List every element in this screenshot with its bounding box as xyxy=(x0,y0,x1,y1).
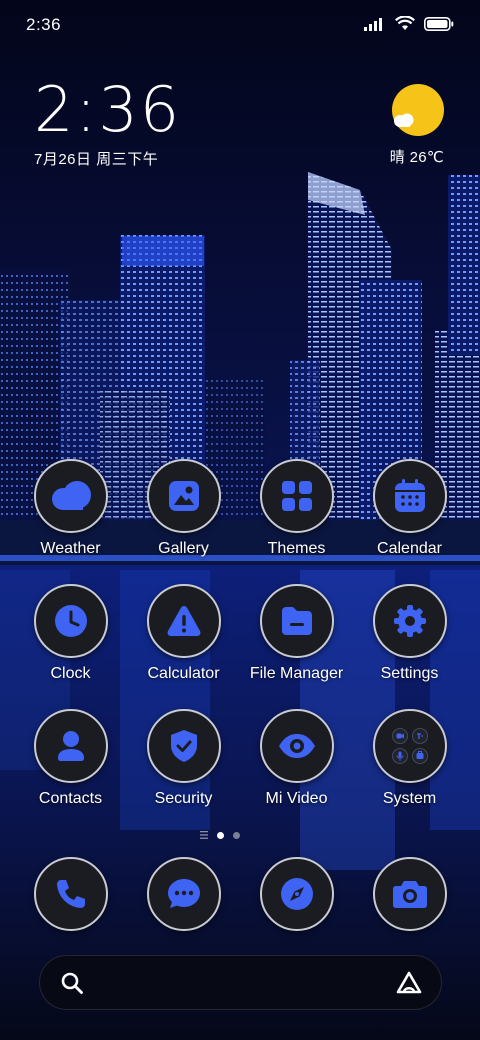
app-label: Gallery xyxy=(158,540,209,557)
calendar-icon xyxy=(372,459,447,533)
status-bar: 2:36 xyxy=(0,0,480,50)
search-bar[interactable] xyxy=(39,955,442,1010)
file-manager-icon xyxy=(259,584,334,658)
page-dot-active xyxy=(217,831,224,839)
clock-widget[interactable]: 2:36 7月26日 周三下午 xyxy=(34,76,181,169)
app-label: Themes xyxy=(267,540,326,557)
wifi-icon xyxy=(395,16,415,30)
app-calendar[interactable]: Calendar xyxy=(353,459,466,558)
dock-browser[interactable] xyxy=(240,857,353,931)
status-time: 2:36 xyxy=(26,15,62,34)
app-weather[interactable]: Weather xyxy=(14,459,127,558)
weather-icon xyxy=(33,459,108,533)
status-icons xyxy=(364,16,454,31)
app-label: Settings xyxy=(380,665,439,682)
assistant-icon[interactable] xyxy=(395,970,423,996)
app-label: Contacts xyxy=(38,790,103,807)
weather-text: 晴 26℃ xyxy=(389,149,444,166)
app-calculator[interactable]: Calculator xyxy=(127,584,240,683)
app-settings[interactable]: Settings xyxy=(353,584,466,683)
security-icon xyxy=(146,709,221,783)
app-mi-video[interactable]: Mi Video xyxy=(240,709,353,808)
menu-lines-icon xyxy=(200,831,208,839)
clock-date: 7月26日 周三下午 xyxy=(34,151,159,168)
app-themes[interactable]: Themes xyxy=(240,459,353,558)
dock-messages[interactable] xyxy=(127,857,240,931)
app-label: Mi Video xyxy=(265,790,328,807)
weather-widget[interactable]: 晴 26℃ xyxy=(364,84,444,168)
settings-icon xyxy=(372,584,447,658)
app-label: Weather xyxy=(40,540,101,557)
app-label: Calendar xyxy=(377,540,442,557)
app-contacts[interactable]: Contacts xyxy=(14,709,127,808)
app-clock[interactable]: Clock xyxy=(14,584,127,683)
sun-cloud-icon xyxy=(392,84,444,136)
app-gallery[interactable]: Gallery xyxy=(127,459,240,558)
system-folder-icon xyxy=(372,709,447,783)
gallery-icon xyxy=(146,459,221,533)
phone-icon xyxy=(33,857,108,931)
clock-icon xyxy=(33,584,108,658)
page-dot xyxy=(233,831,240,839)
app-security[interactable]: Security xyxy=(127,709,240,808)
mi-video-icon xyxy=(259,709,334,783)
app-label: Security xyxy=(154,790,213,807)
dock-camera[interactable] xyxy=(353,857,466,931)
signal-icon xyxy=(364,17,382,31)
app-label: Clock xyxy=(50,665,91,682)
cloud-icon xyxy=(394,113,414,127)
clock-time: 2:36 xyxy=(34,73,182,146)
themes-icon xyxy=(259,459,334,533)
app-label: Calculator xyxy=(147,665,220,682)
battery-icon xyxy=(424,16,454,31)
camera-icon xyxy=(372,857,447,931)
app-label: System xyxy=(382,790,437,807)
browser-icon xyxy=(259,857,334,931)
page-indicator[interactable] xyxy=(200,829,280,841)
calculator-icon xyxy=(146,584,221,658)
app-system-folder[interactable]: System xyxy=(353,709,466,808)
app-label: File Manager xyxy=(249,665,344,682)
messages-icon xyxy=(146,857,221,931)
dock-phone[interactable] xyxy=(14,857,127,931)
contacts-icon xyxy=(33,709,108,783)
search-icon[interactable] xyxy=(60,971,84,995)
app-file-manager[interactable]: File Manager xyxy=(240,584,353,683)
